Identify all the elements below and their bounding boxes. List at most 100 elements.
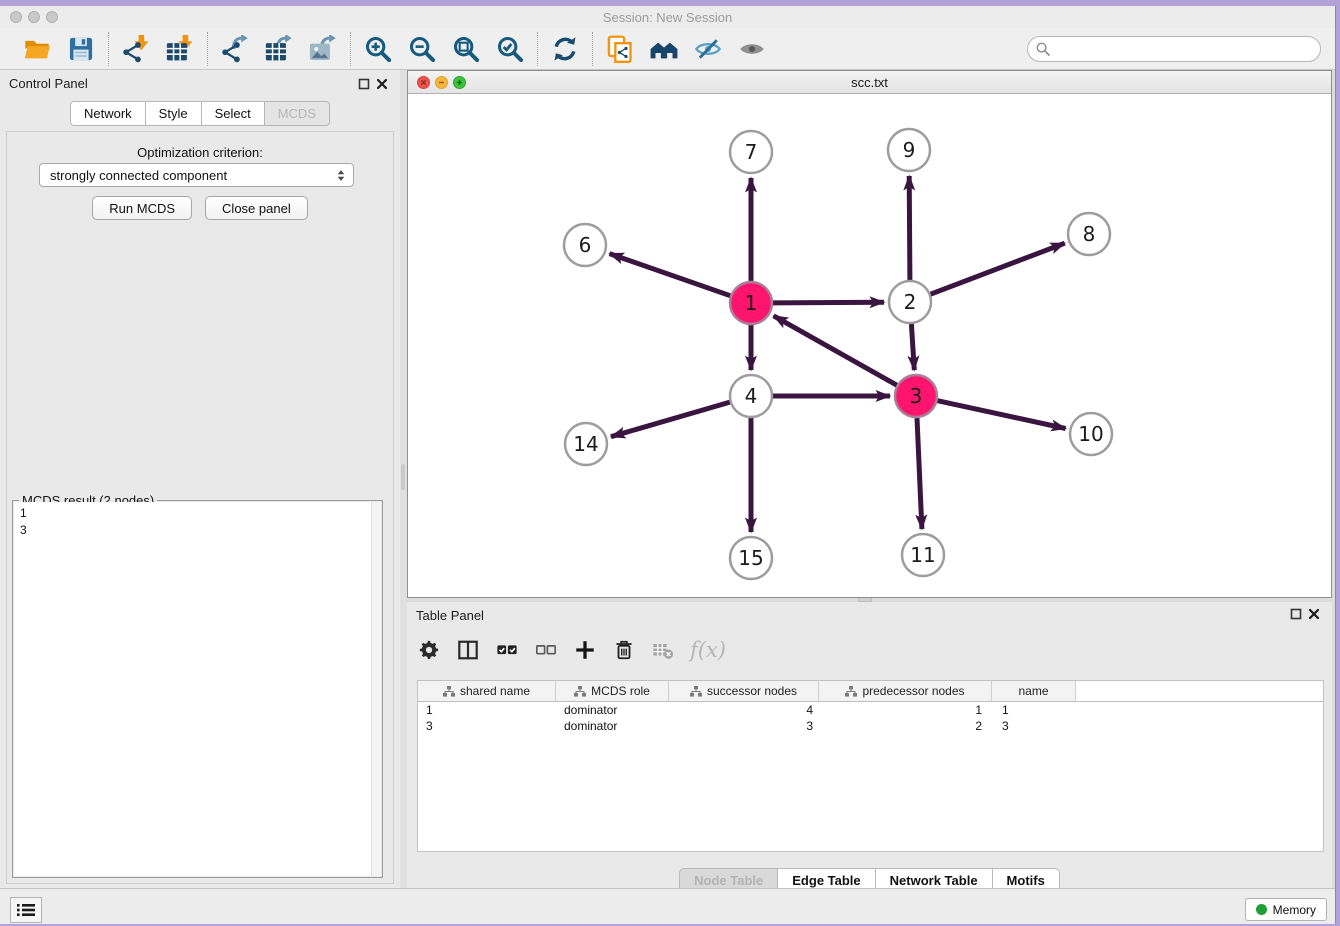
duplicate-network-icon[interactable] [605,34,635,64]
table-row-1[interactable]: 1dominator411 [418,702,1323,718]
cell-successor-nodes[interactable]: 4 [669,703,819,717]
result-scrollbar[interactable] [371,502,381,876]
cell-MCDS-role[interactable]: dominator [556,703,669,717]
graph-edge-3-11[interactable] [917,418,922,529]
cell-shared-name[interactable]: 3 [418,719,556,733]
task-history-button[interactable] [10,897,42,923]
tab-network[interactable]: Network [70,101,146,126]
column-header-filler [1076,681,1323,701]
control-panel: Control Panel NetworkStyleSelectMCDS Opt… [0,70,400,894]
graph-node-label-9: 9 [903,138,916,162]
mcds-result-list[interactable]: 13 [14,502,371,876]
main-titlebar: Session: New Session [0,6,1335,28]
column-header-shared-name[interactable]: shared name [418,681,556,701]
export-image-icon[interactable] [308,34,338,64]
cell-successor-nodes[interactable]: 3 [669,719,819,733]
vertical-splitter[interactable] [400,70,407,894]
zoom-selected-icon[interactable] [495,34,525,64]
table-panel: Table Panel f(x) shared nameMCDS rolesuc… [407,602,1332,894]
save-icon[interactable] [66,34,96,64]
export-network-icon[interactable] [220,34,250,64]
column-header-name[interactable]: name [992,681,1076,701]
graph-node-label-6: 6 [579,233,592,257]
mcds-result-line: 3 [20,522,365,539]
graph-edge-4-14[interactable] [611,402,730,437]
network-window: scc.txt 7968124314101511 [407,70,1332,598]
cell-name[interactable]: 1 [992,703,1076,717]
export-table-icon[interactable] [264,34,294,64]
graph-node-label-10: 10 [1078,422,1103,446]
graph-node-label-14: 14 [573,432,598,456]
mcds-result-group: MCDS result (2 nodes) 13 [12,500,383,878]
table-row-2[interactable]: 3dominator323 [418,718,1323,734]
main-toolbar [0,28,1335,70]
memory-button[interactable]: Memory [1245,898,1327,921]
table-toolbar: f(x) [417,628,726,672]
control-panel-title: Control Panel [9,76,88,91]
delete-table-icon [651,638,675,662]
column-view-icon[interactable] [456,638,480,662]
zoom-in-icon[interactable] [363,34,393,64]
graph-edge-3-1[interactable] [774,316,897,385]
gear-icon[interactable] [417,638,441,662]
table-float-icon[interactable] [1290,607,1302,619]
cell-MCDS-role[interactable]: dominator [556,719,669,733]
graph-edge-3-10[interactable] [938,401,1066,429]
list-icon [17,903,35,917]
network-title: scc.txt [408,75,1331,90]
stepper-icon [336,168,346,183]
network-canvas[interactable]: 7968124314101511 [408,94,1331,597]
graph-node-label-2: 2 [904,290,917,314]
zoom-fit-icon[interactable] [451,34,481,64]
hide-panel-icon[interactable] [693,34,723,64]
zoom-out-icon[interactable] [407,34,437,64]
close-panel-button[interactable]: Close panel [205,196,308,220]
graph-node-label-11: 11 [910,543,935,567]
tab-mcds[interactable]: MCDS [265,101,330,126]
select-all-icon[interactable] [495,638,519,662]
import-table-icon[interactable] [165,34,195,64]
search-icon [1036,42,1050,56]
window-title: Session: New Session [0,10,1335,25]
app-window: Session: New Session Control Panel [0,6,1336,924]
cell-predecessor-nodes[interactable]: 1 [819,703,992,717]
graph-edge-2-8[interactable] [931,243,1065,294]
import-network-icon[interactable] [121,34,151,64]
add-icon[interactable] [573,638,597,662]
open-folder-icon[interactable] [22,34,52,64]
table-panel-title: Table Panel [416,608,484,623]
graph-edge-1-2[interactable] [773,302,884,303]
run-mcds-button[interactable]: Run MCDS [92,196,192,220]
delete-icon[interactable] [612,638,636,662]
table-close-icon[interactable] [1308,607,1320,619]
column-header-MCDS-role[interactable]: MCDS role [556,681,669,701]
tab-style[interactable]: Style [146,101,202,126]
desktop: Session: New Session Control Panel [0,0,1340,926]
criterion-select[interactable]: strongly connected component [39,163,354,187]
tab-select[interactable]: Select [202,101,265,126]
close-panel-icon[interactable] [376,77,388,89]
criterion-value: strongly connected component [50,168,227,183]
show-panel-icon[interactable] [737,34,767,64]
cell-name[interactable]: 3 [992,719,1076,733]
column-header-successor-nodes[interactable]: successor nodes [669,681,819,701]
cell-predecessor-nodes[interactable]: 2 [819,719,992,733]
function-builder-icon: f(x) [690,638,726,662]
refresh-icon[interactable] [550,34,580,64]
graph-edge-1-6[interactable] [610,254,731,296]
graph-edge-2-3[interactable] [911,324,914,370]
graph-node-label-1: 1 [745,291,758,315]
control-panel-tabs: NetworkStyleSelectMCDS [0,101,400,126]
status-bar: Memory [0,888,1335,924]
home-icon[interactable] [649,34,679,64]
column-header-predecessor-nodes[interactable]: predecessor nodes [819,681,992,701]
graph-edge-2-9[interactable] [909,176,910,280]
table-header-row: shared nameMCDS rolesuccessor nodesprede… [418,681,1323,702]
float-panel-icon[interactable] [358,77,370,89]
memory-status-icon [1256,904,1267,915]
search-input[interactable] [1027,36,1321,62]
cell-shared-name[interactable]: 1 [418,703,556,717]
deselect-all-icon[interactable] [534,638,558,662]
graph-node-label-4: 4 [745,384,758,408]
memory-label: Memory [1273,903,1316,917]
